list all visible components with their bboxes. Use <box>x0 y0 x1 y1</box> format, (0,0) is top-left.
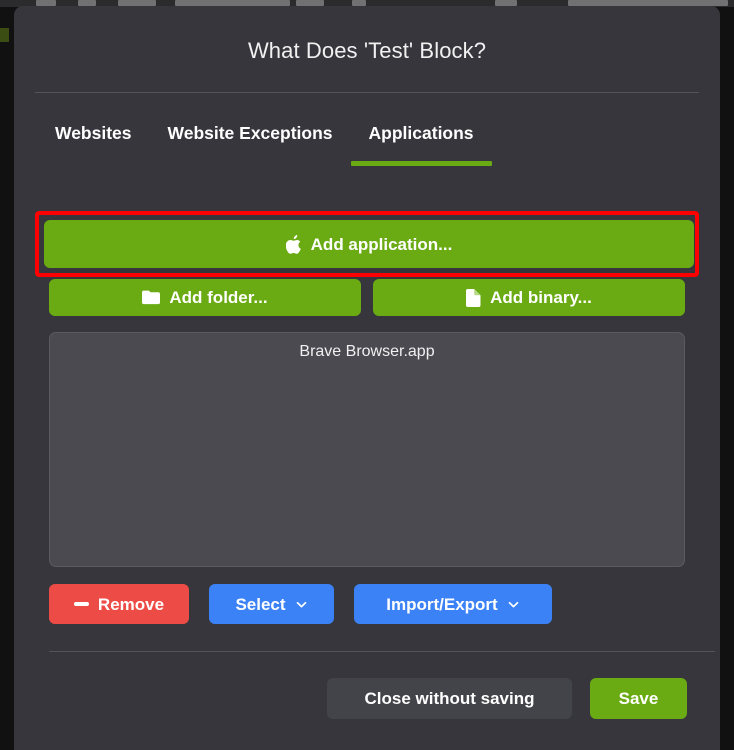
tab-bar: Websites Website Exceptions Applications <box>14 93 720 166</box>
add-application-highlight-box: Add application... <box>35 211 699 277</box>
add-source-row: Add folder... Add binary... <box>49 279 685 316</box>
add-application-label: Add application... <box>310 234 453 254</box>
save-button[interactable]: Save <box>590 678 687 719</box>
apple-icon <box>285 234 302 254</box>
folder-icon <box>142 290 161 305</box>
document-icon <box>466 288 481 307</box>
dialog-footer: Close without saving Save <box>327 678 687 719</box>
add-application-button[interactable]: Add application... <box>44 220 694 268</box>
minus-icon <box>73 602 89 606</box>
tab-website-exceptions[interactable]: Website Exceptions <box>150 119 351 144</box>
import-export-label: Import/Export <box>386 594 498 614</box>
tab-websites[interactable]: Websites <box>37 119 150 144</box>
background-window-edge <box>0 28 9 42</box>
tab-applications[interactable]: Applications <box>350 119 492 166</box>
remove-label: Remove <box>97 594 165 614</box>
add-binary-label: Add binary... <box>490 288 592 307</box>
block-settings-dialog: What Does 'Test' Block? Websites Website… <box>14 6 720 750</box>
screen: What Does 'Test' Block? Websites Website… <box>0 0 734 750</box>
tab-label: Websites <box>55 123 132 143</box>
import-export-dropdown-button[interactable]: Import/Export <box>354 584 552 624</box>
remove-button[interactable]: Remove <box>49 584 189 624</box>
add-binary-button[interactable]: Add binary... <box>373 279 685 316</box>
dialog-title: What Does 'Test' Block? <box>247 38 487 63</box>
select-dropdown-button[interactable]: Select <box>209 584 334 624</box>
select-label: Select <box>235 594 286 614</box>
add-folder-label: Add folder... <box>169 288 268 307</box>
tab-label: Website Exceptions <box>167 123 333 143</box>
close-without-saving-button[interactable]: Close without saving <box>327 678 572 719</box>
application-list[interactable]: Brave Browser.app <box>49 332 685 567</box>
chevron-down-icon <box>507 598 520 611</box>
list-item[interactable]: Brave Browser.app <box>50 333 684 361</box>
chevron-down-icon <box>295 598 308 611</box>
add-folder-button[interactable]: Add folder... <box>49 279 361 316</box>
list-tools-row: Remove Select Import/Export <box>49 584 552 624</box>
footer-divider <box>49 651 715 652</box>
tab-active-underline <box>350 161 492 166</box>
tab-label: Applications <box>368 123 474 143</box>
